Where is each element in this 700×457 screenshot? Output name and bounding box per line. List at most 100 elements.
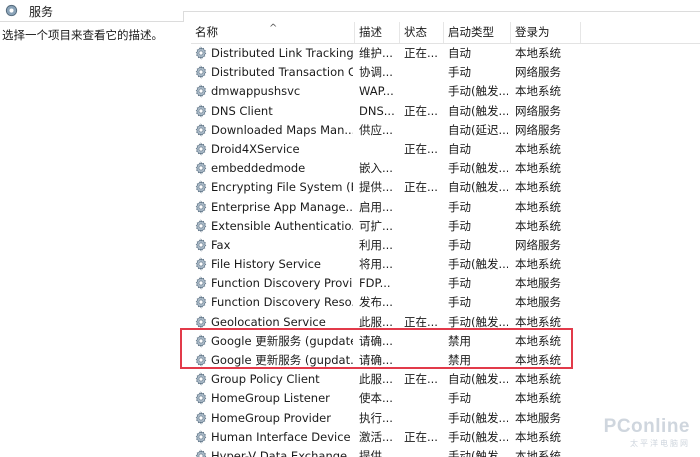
service-startup-type: 自动(触发... xyxy=(448,180,508,195)
service-description: 维护... xyxy=(359,46,393,60)
service-row[interactable]: Distributed Link Tracking... 维护... 正在... 自动… xyxy=(191,44,700,63)
service-gear-icon xyxy=(194,372,208,386)
column-header-startup-type[interactable]: 启动类型 xyxy=(444,22,511,43)
service-row[interactable]: Distributed Transaction C... 协调... 手动 网络服务 xyxy=(191,63,700,82)
service-row[interactable]: Google 更新服务 (gupdat... 请确... 禁用 本地系统 xyxy=(191,351,700,370)
service-logon-as: 本地系统 xyxy=(515,84,561,99)
service-status: 正在... xyxy=(404,314,438,329)
service-startup-type: 自动 xyxy=(448,141,471,156)
service-name-cell: File History Service xyxy=(194,255,353,274)
service-gear-icon xyxy=(194,65,208,79)
service-description: 此服... xyxy=(359,314,393,329)
service-name-cell: Geolocation Service xyxy=(194,313,353,332)
service-startup-type: 自动(触发... xyxy=(448,103,508,118)
service-row[interactable]: Group Policy Client 此服... 正在... 自动(触发... 本地系… xyxy=(191,370,700,389)
service-row[interactable]: Geolocation Service 此服... 正在... 手动(触发... 本地系… xyxy=(191,313,700,332)
service-startup-type: 手动(触发... xyxy=(448,448,508,457)
service-description: 嵌入... xyxy=(359,161,393,176)
service-status: 正在... xyxy=(404,46,438,60)
column-header-logon-as[interactable]: 登录为 xyxy=(511,22,581,43)
service-gear-icon xyxy=(194,410,208,425)
watermark-brand: PConline xyxy=(603,416,690,437)
service-description: 提供... xyxy=(359,448,393,457)
service-status: 正在... xyxy=(404,429,438,444)
service-row[interactable]: HomeGroup Listener 使本... 手动 本地系统 xyxy=(191,389,700,408)
service-name: Human Interface Device ... xyxy=(211,429,353,444)
service-name-cell: Distributed Link Tracking... xyxy=(194,44,353,63)
watermark-subtitle: 太平洋电脑网 xyxy=(630,439,690,448)
service-logon-as: 本地系统 xyxy=(515,333,561,348)
service-logon-as: 本地系统 xyxy=(515,257,561,272)
service-name: Hyper-V Data Exchange ... xyxy=(211,448,353,457)
service-name: embeddedmode xyxy=(211,161,306,176)
service-name: Encrypting File System (E... xyxy=(211,180,353,195)
service-row[interactable]: embeddedmode 嵌入... 手动(触发... 本地系统 xyxy=(191,159,700,178)
description-pane: 选择一个项目来查看它的描述。 xyxy=(0,22,190,457)
service-description: 将用... xyxy=(359,257,393,272)
service-description: 执行... xyxy=(359,410,393,425)
service-startup-type: 手动(触发... xyxy=(448,429,508,444)
service-row[interactable]: Droid4XService 正在... 自动 本地系统 xyxy=(191,140,700,159)
service-name: Extensible Authenticatio... xyxy=(211,218,353,233)
service-logon-as: 网络服务 xyxy=(515,103,561,118)
service-name: HomeGroup Provider xyxy=(211,410,331,425)
service-logon-as: 本地系统 xyxy=(515,199,561,214)
service-startup-type: 手动(触发... xyxy=(448,84,508,99)
service-name: File History Service xyxy=(211,257,321,272)
service-row[interactable]: dmwappushsvc WAP... 手动(触发... 本地系统 xyxy=(191,82,700,101)
service-startup-type: 手动 xyxy=(448,218,471,233)
service-gear-icon xyxy=(194,334,208,348)
services-table: 名称 ^ 描述 状态 启动类型 登录为 Distributed Link Tra… xyxy=(191,22,700,457)
column-header-status[interactable]: 状态 xyxy=(400,22,444,43)
service-row[interactable]: Function Discovery Provi... FDP... 手动 本地服务 xyxy=(191,274,700,293)
service-name-cell: HomeGroup Provider xyxy=(194,409,353,428)
service-name: Downloaded Maps Man... xyxy=(211,122,353,137)
column-header-description[interactable]: 描述 xyxy=(355,22,400,43)
service-name: Distributed Link Tracking... xyxy=(211,46,353,60)
service-name: Geolocation Service xyxy=(211,314,326,329)
service-description: 提供... xyxy=(359,180,393,195)
service-name-cell: Google 更新服务 (gupdate) xyxy=(194,332,353,351)
service-gear-icon xyxy=(194,276,208,291)
column-header-name[interactable]: 名称 ^ xyxy=(191,22,355,43)
service-row[interactable]: DNS Client DNS... 正在... 自动(触发... 网络服务 xyxy=(191,102,700,121)
service-description: 供应... xyxy=(359,122,393,137)
service-name: Function Discovery Reso... xyxy=(211,295,353,310)
sort-ascending-icon: ^ xyxy=(269,23,278,34)
service-gear-icon xyxy=(194,429,208,444)
service-gear-icon xyxy=(194,84,208,99)
service-startup-type: 手动 xyxy=(448,237,471,252)
service-name-cell: embeddedmode xyxy=(194,159,353,178)
service-logon-as: 网络服务 xyxy=(515,122,561,137)
service-description: DNS... xyxy=(359,103,395,118)
service-name-cell: Enterprise App Manage... xyxy=(194,198,353,217)
service-name: Function Discovery Provi... xyxy=(211,276,353,291)
column-header-row: 名称 ^ 描述 状态 启动类型 登录为 xyxy=(191,22,700,44)
service-logon-as: 本地系统 xyxy=(515,429,561,444)
service-gear-icon xyxy=(194,180,208,195)
service-gear-icon xyxy=(194,353,208,367)
service-logon-as: 网络服务 xyxy=(515,65,561,80)
services-list: Distributed Link Tracking... 维护... 正在... 自动… xyxy=(191,44,700,457)
service-row[interactable]: File History Service 将用... 手动(触发... 本地系统 xyxy=(191,255,700,274)
service-gear-icon xyxy=(194,449,208,457)
service-startup-type: 手动(触发... xyxy=(448,410,508,425)
service-row[interactable]: Google 更新服务 (gupdate) 请确... 禁用 本地系统 xyxy=(191,332,700,351)
service-name: Enterprise App Manage... xyxy=(211,199,353,214)
service-startup-type: 手动 xyxy=(448,65,471,80)
service-row[interactable]: Enterprise App Manage... 启用... 手动 本地系统 xyxy=(191,198,700,217)
service-row[interactable]: Encrypting File System (E... 提供... 正在... 自动… xyxy=(191,178,700,197)
service-row[interactable]: Fax 利用... 手动 网络服务 xyxy=(191,236,700,255)
service-gear-icon xyxy=(194,122,208,137)
service-row[interactable]: Function Discovery Reso... 发布... 手动 本地服务 xyxy=(191,293,700,312)
service-name-cell: Droid4XService xyxy=(194,140,353,159)
service-description: 使本... xyxy=(359,391,393,406)
service-description: 请确... xyxy=(359,333,393,348)
services-gear-icon xyxy=(5,4,18,17)
service-description: FDP... xyxy=(359,276,391,291)
service-startup-type: 禁用 xyxy=(448,353,471,367)
service-row[interactable]: Downloaded Maps Man... 供应... 自动(延迟... 网络服务 xyxy=(191,121,700,140)
service-row[interactable]: Extensible Authenticatio... 可扩... 手动 本地系统 xyxy=(191,217,700,236)
service-name-cell: HomeGroup Listener xyxy=(194,389,353,408)
service-description: 激活... xyxy=(359,429,393,444)
